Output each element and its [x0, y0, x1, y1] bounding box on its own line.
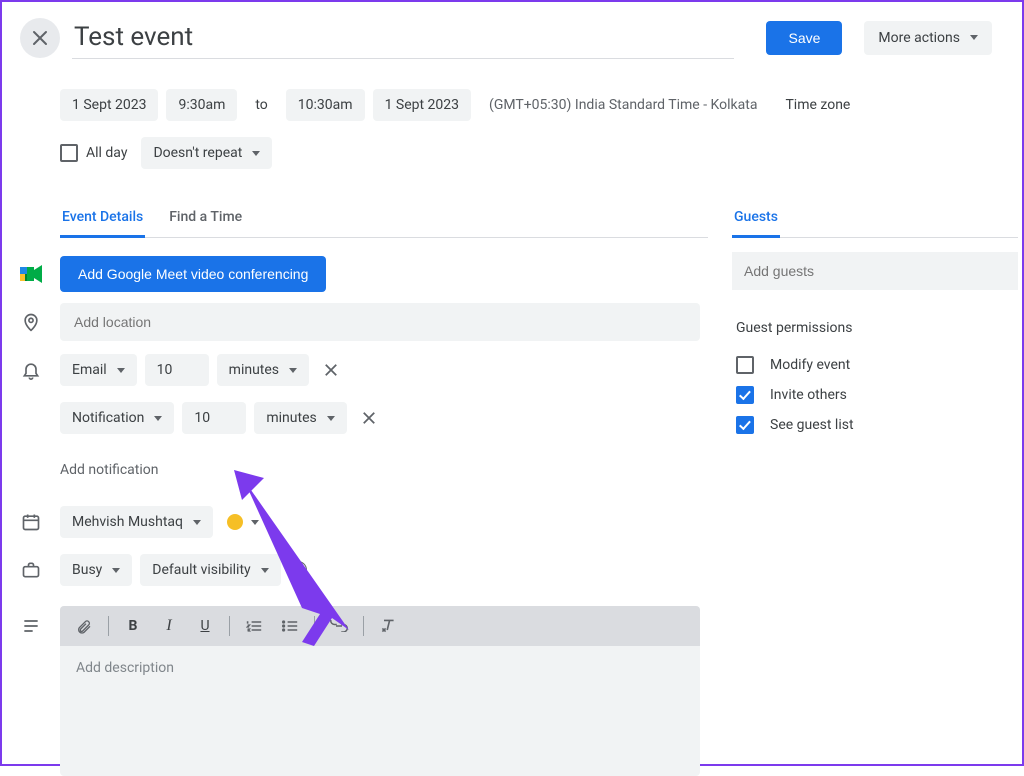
all-day-label: All day [86, 145, 127, 161]
toolbar-divider [108, 616, 109, 636]
description-box: B I U [60, 606, 700, 776]
repeat-label: Doesn't repeat [153, 145, 242, 161]
briefcase-icon [21, 560, 41, 580]
calendar-owner-label: Mehvish Mushtaq [72, 514, 183, 530]
chevron-down-icon [252, 151, 260, 156]
add-google-meet-button[interactable]: Add Google Meet video conferencing [60, 256, 326, 292]
chevron-down-icon [327, 416, 335, 421]
toolbar-divider [314, 616, 315, 636]
bullet-list-button[interactable] [274, 610, 306, 642]
permission-label: Modify event [770, 357, 850, 373]
underline-button[interactable]: U [189, 610, 221, 642]
location-icon [21, 312, 41, 332]
chevron-down-icon [261, 568, 269, 573]
notification-type-label: Notification [72, 410, 144, 426]
bold-button[interactable]: B [117, 610, 149, 642]
availability-select[interactable]: Busy [60, 554, 132, 586]
see-guest-list-checkbox[interactable] [736, 416, 754, 434]
attachment-icon [76, 617, 92, 635]
notification-type-label: Email [72, 362, 107, 378]
remove-notification-button[interactable] [355, 404, 383, 432]
permission-row-invite: Invite others [732, 380, 1018, 410]
notification-unit-select[interactable]: minutes [217, 354, 309, 386]
chevron-down-icon [154, 416, 162, 421]
attach-button[interactable] [68, 610, 100, 642]
notification-unit-select[interactable]: minutes [254, 402, 346, 434]
add-notification-button[interactable]: Add notification [60, 456, 159, 484]
clear-formatting-button[interactable] [372, 610, 404, 642]
permission-label: See guest list [770, 417, 854, 433]
permission-row-modify: Modify event [732, 350, 1018, 380]
clear-format-icon [380, 618, 396, 634]
description-toolbar: B I U [60, 606, 700, 646]
repeat-select[interactable]: Doesn't repeat [141, 137, 272, 169]
numbered-list-button[interactable] [238, 610, 270, 642]
detail-tabs: Event Details Find a Time [60, 199, 708, 238]
notification-type-select[interactable]: Email [60, 354, 137, 386]
guest-permissions-title: Guest permissions [736, 320, 1018, 336]
color-dot-icon [227, 514, 243, 530]
help-icon[interactable]: ? [289, 561, 307, 579]
chevron-down-icon [193, 520, 201, 525]
to-label: to [245, 89, 277, 121]
notification-value-input[interactable]: 10 [145, 354, 209, 386]
chevron-down-icon [112, 568, 120, 573]
toolbar-divider [229, 616, 230, 636]
all-day-checkbox[interactable] [60, 144, 78, 162]
more-actions-button[interactable]: More actions [864, 21, 992, 55]
location-input[interactable] [60, 303, 700, 341]
visibility-label: Default visibility [152, 562, 250, 578]
toolbar-divider [363, 616, 364, 636]
permission-label: Invite others [770, 387, 847, 403]
notification-unit-label: minutes [229, 362, 279, 378]
description-input[interactable]: Add description [60, 646, 700, 776]
notification-unit-label: minutes [266, 410, 316, 426]
description-icon [21, 616, 41, 636]
close-button[interactable] [20, 18, 60, 58]
invite-others-checkbox[interactable] [736, 386, 754, 404]
close-icon [324, 363, 338, 377]
start-time-chip[interactable]: 9:30am [166, 89, 237, 121]
availability-label: Busy [72, 562, 102, 578]
close-icon [32, 30, 48, 46]
save-button[interactable]: Save [766, 21, 842, 55]
link-button[interactable] [323, 610, 355, 642]
calendar-owner-select[interactable]: Mehvish Mushtaq [60, 506, 213, 538]
link-icon [330, 620, 348, 632]
chevron-down-icon [251, 520, 259, 525]
tab-find-time[interactable]: Find a Time [167, 199, 244, 238]
event-title-input[interactable] [72, 16, 734, 59]
modify-event-checkbox[interactable] [736, 356, 754, 374]
more-actions-label: More actions [878, 30, 960, 46]
close-icon [362, 411, 376, 425]
remove-notification-button[interactable] [317, 356, 345, 384]
chevron-down-icon [289, 368, 297, 373]
bullet-list-icon [282, 619, 298, 633]
timezone-link[interactable]: Time zone [775, 89, 860, 121]
chevron-down-icon [970, 35, 978, 40]
add-guests-input[interactable] [732, 252, 1018, 290]
timezone-text: (GMT+05:30) India Standard Time - Kolkat… [479, 89, 767, 121]
google-meet-icon [20, 265, 42, 283]
tab-guests[interactable]: Guests [732, 199, 780, 238]
chevron-down-icon [117, 368, 125, 373]
calendar-icon [21, 512, 41, 532]
end-date-chip[interactable]: 1 Sept 2023 [373, 89, 471, 121]
notification-value-input[interactable]: 10 [182, 402, 246, 434]
visibility-select[interactable]: Default visibility [140, 554, 280, 586]
end-time-chip[interactable]: 10:30am [286, 89, 365, 121]
permission-row-guestlist: See guest list [732, 410, 1018, 440]
numbered-list-icon [246, 619, 262, 633]
guests-tabs: Guests [732, 199, 1018, 238]
event-color-select[interactable] [221, 508, 265, 536]
notification-type-select[interactable]: Notification [60, 402, 174, 434]
italic-button[interactable]: I [153, 610, 185, 642]
tab-event-details[interactable]: Event Details [60, 199, 145, 238]
bell-icon [21, 360, 41, 380]
start-date-chip[interactable]: 1 Sept 2023 [60, 89, 158, 121]
